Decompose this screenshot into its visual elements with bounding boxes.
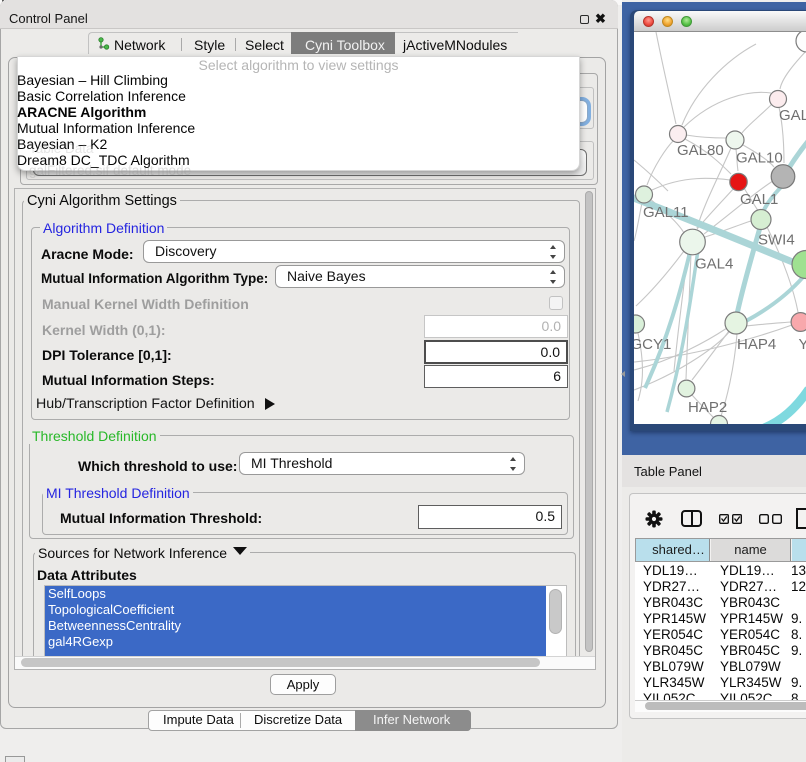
svg-text:SWI4: SWI4 xyxy=(758,232,795,249)
svg-text:GAL11: GAL11 xyxy=(643,204,689,221)
svg-text:GCY1: GCY1 xyxy=(634,336,671,353)
svg-text:GAL1: GAL1 xyxy=(740,191,778,208)
svg-text:GAL10: GAL10 xyxy=(736,150,783,167)
svg-text:GAL80: GAL80 xyxy=(677,142,724,159)
svg-text:Y: Y xyxy=(799,336,806,353)
svg-text:GAL4: GAL4 xyxy=(695,256,733,273)
svg-text:HAP2: HAP2 xyxy=(688,399,727,416)
svg-text:HAP4: HAP4 xyxy=(737,336,776,353)
svg-text:GAL: GAL xyxy=(779,107,806,124)
